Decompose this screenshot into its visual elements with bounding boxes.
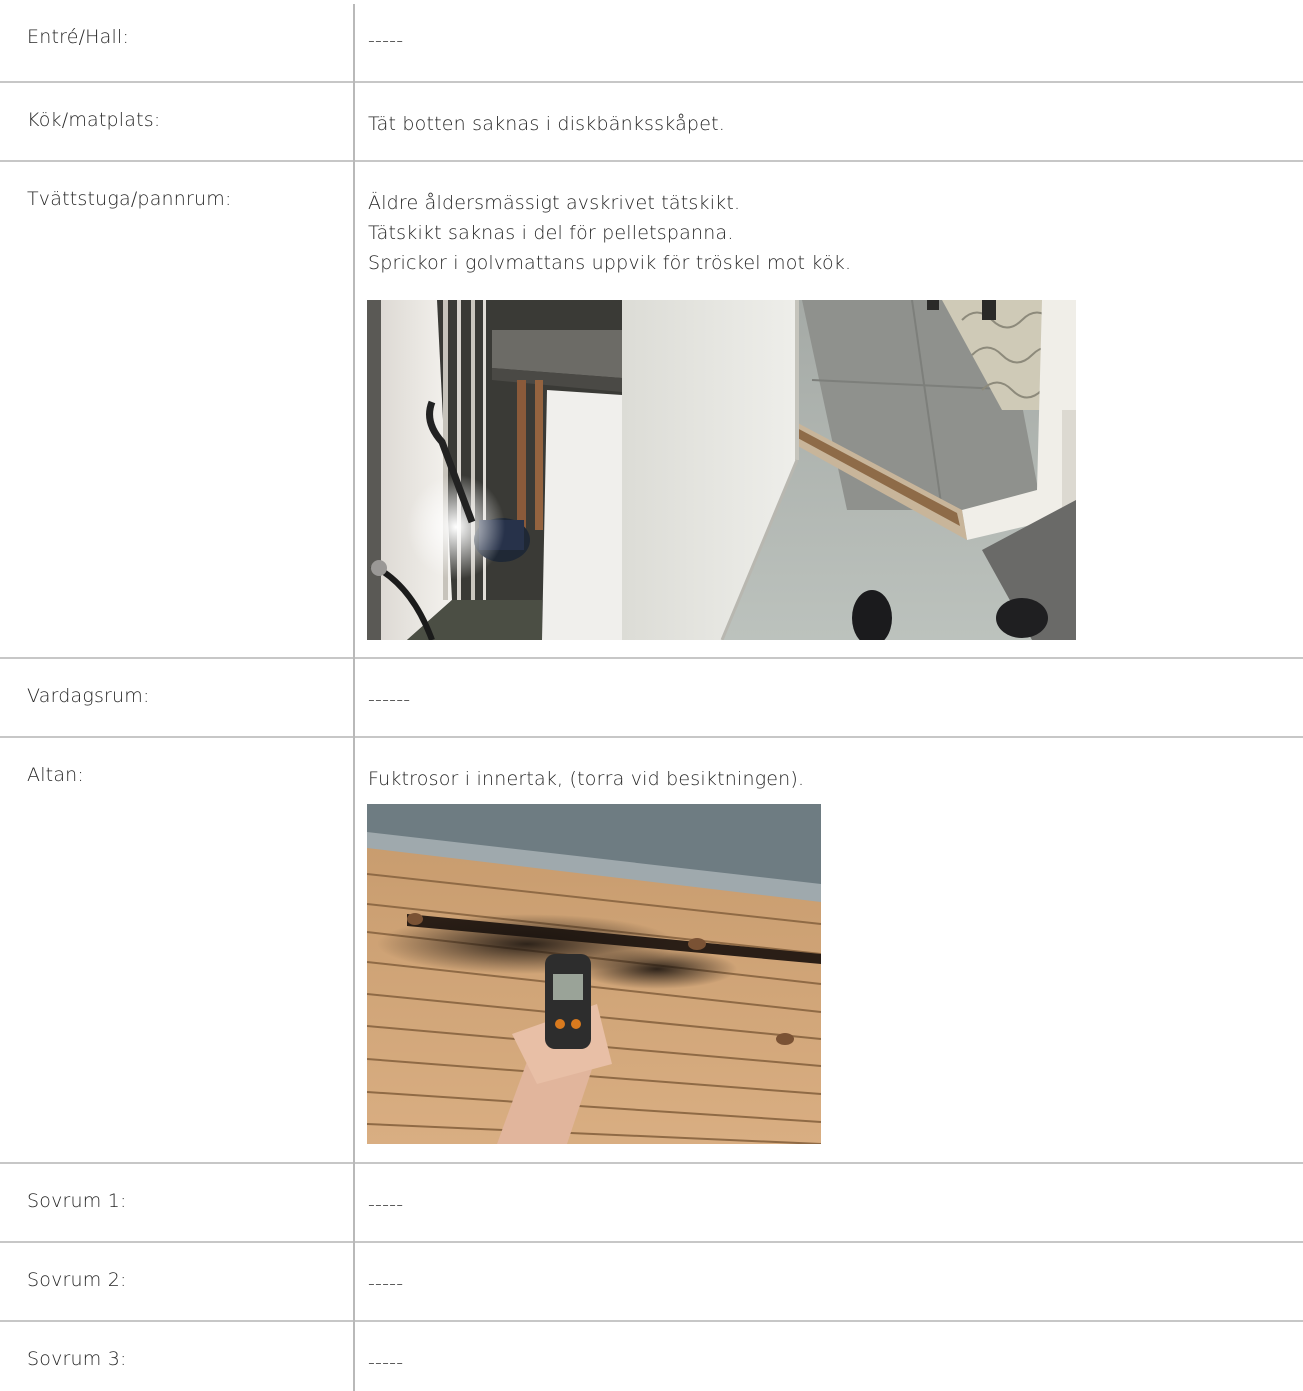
content-line: Tätskikt saknas i del för pelletspanna. [368, 222, 734, 244]
row-label: Entré/Hall: [27, 26, 130, 48]
table-row-entre: Entré/Hall: ----- [0, 0, 1303, 83]
table-row-sovrum-2: Sovrum 2: ----- [0, 1243, 1303, 1322]
content-line: ----- [368, 1352, 404, 1374]
table-row-sovrum-1: Sovrum 1: ----- [0, 1164, 1303, 1243]
content-line: ----- [368, 1273, 404, 1295]
content-line: ----- [368, 30, 404, 52]
row-content: ----- [368, 1269, 1303, 1299]
table-row-altan: Altan: Fuktrosor i innertak, (torra vid … [0, 738, 1303, 1164]
content-line: ------ [368, 689, 411, 711]
row-label: Vardagsrum: [27, 685, 150, 707]
photo-threshold [622, 300, 1076, 640]
content-line: ----- [368, 1194, 404, 1216]
row-label: Tvättstuga/pannrum: [27, 188, 232, 210]
row-label: Kök/matplats: [27, 109, 161, 131]
row-label: Sovrum 3: [27, 1348, 127, 1370]
row-content: ----- [368, 1190, 1303, 1220]
table-row-sovrum-3: Sovrum 3: ----- [0, 1322, 1303, 1391]
content-line: Äldre åldersmässigt avskrivet tätskikt. [368, 192, 741, 214]
row-content: ----- [368, 26, 1303, 56]
row-content: Fuktrosor i innertak, (torra vid besiktn… [368, 764, 1303, 794]
table-row-tvattstuga: Tvättstuga/pannrum: Äldre åldersmässigt … [0, 162, 1303, 659]
content-line: Fuktrosor i innertak, (torra vid besiktn… [368, 768, 805, 790]
photo-ceiling-moisture [367, 804, 821, 1144]
photo-sink-cabinet [367, 300, 622, 640]
row-label: Altan: [27, 764, 85, 786]
column-divider [353, 4, 355, 1391]
table-row-vardagsrum: Vardagsrum: ------ [0, 659, 1303, 738]
row-content: ----- [368, 1348, 1303, 1378]
content-line: Tät botten saknas i diskbänksskåpet. [368, 113, 725, 135]
row-content: Tät botten saknas i diskbänksskåpet. [368, 109, 1303, 139]
row-label: Sovrum 2: [27, 1269, 127, 1291]
inspection-table: Entré/Hall: ----- Kök/matplats: Tät bott… [0, 0, 1303, 1391]
row-content: ------ [368, 685, 1303, 715]
row-content: Äldre åldersmässigt avskrivet tätskikt. … [368, 188, 1303, 278]
row-label: Sovrum 1: [27, 1190, 127, 1212]
content-line: Sprickor i golvmattans uppvik för tröske… [368, 252, 852, 274]
table-row-kok: Kök/matplats: Tät botten saknas i diskbä… [0, 83, 1303, 162]
